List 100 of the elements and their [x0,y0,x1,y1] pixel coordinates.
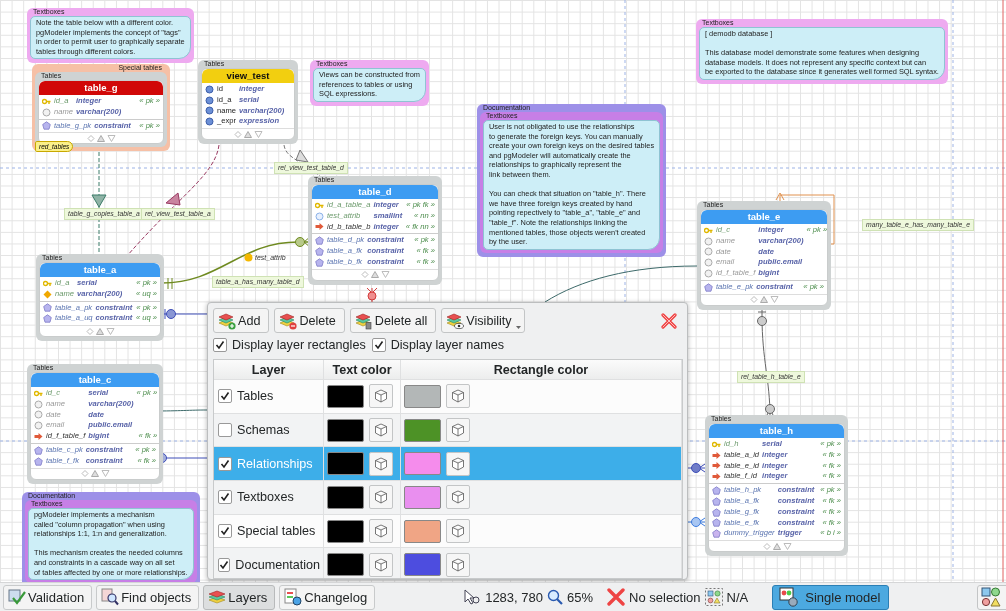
color-swatch[interactable] [404,452,441,476]
color-swatch[interactable] [327,384,364,408]
color-swatch[interactable] [327,418,364,442]
cube-icon [451,423,465,438]
color-picker-button[interactable] [369,552,393,577]
color-picker-button[interactable] [446,418,470,443]
cube-icon [374,389,388,404]
toolbar-button[interactable]: Add [213,308,270,333]
layer-row[interactable]: Textboxes [214,481,682,515]
dot-icon [205,84,214,94]
color-picker-button[interactable] [369,384,393,409]
color-picker-button[interactable] [369,519,393,544]
color-picker-button[interactable] [446,552,470,577]
layers-icon [278,311,299,330]
status-button[interactable]: Layers [203,584,276,610]
checkbox[interactable] [218,456,232,471]
checkbox-label: Display layer names [390,338,505,352]
color-swatch[interactable] [404,418,441,442]
collapse-arrows-icon[interactable] [360,271,390,279]
dot-icon [205,106,214,116]
color-swatch[interactable] [327,553,364,577]
layer-name: Relationships [237,456,313,471]
color-picker-button[interactable] [446,485,470,510]
status-button[interactable]: Find objects [96,584,200,610]
color-swatch[interactable] [327,485,364,509]
checkbox[interactable] [371,338,386,352]
table-title: table_g [39,81,163,95]
table-title: table_e [701,210,827,224]
table-title: table_c [31,373,159,387]
collapse-arrows-icon[interactable] [761,542,792,550]
attribute-dot-icon [244,253,253,262]
circle-icon [704,269,713,279]
layer-row[interactable]: Schemas [214,413,682,448]
checkbox[interactable] [218,524,232,539]
table-title: table_h [709,424,844,438]
table-title: table_d [312,185,438,199]
color-picker-button[interactable] [446,519,470,544]
toolbar-button[interactable]: Delete [274,308,345,333]
checkbox[interactable] [213,338,227,352]
column-header[interactable]: Layer [214,360,324,379]
layer-name: Textboxes [237,490,294,505]
checkbox[interactable] [218,557,231,572]
collapse-arrows-icon[interactable] [233,130,263,138]
single-model-button[interactable]: Single model [772,584,890,610]
cube-icon [451,557,465,572]
toolbar-button[interactable]: Visibility [441,308,525,333]
layers-icon [208,588,227,606]
status-button[interactable]: Validation [3,584,93,610]
color-swatch[interactable] [327,452,364,476]
relationship-line [687,463,706,473]
collapse-arrows-icon[interactable] [749,296,779,304]
arrow-icon [34,432,43,442]
cube-icon [451,456,465,471]
collapse-arrows-icon[interactable] [85,327,115,335]
layers-icon [353,311,374,330]
layers-icon [217,311,237,330]
arrow-icon [315,222,324,232]
collapse-arrows-icon[interactable] [80,470,110,478]
column-header[interactable]: Text color [324,360,401,379]
shapes-icon [981,587,1001,607]
key-icon [43,278,52,288]
circle-icon [42,107,51,117]
color-picker-button[interactable] [369,485,393,510]
color-swatch[interactable] [404,485,441,509]
toolbar-button[interactable] [977,584,1006,610]
color-picker-button[interactable] [446,451,470,476]
checkbox[interactable] [218,389,232,404]
key-icon [315,200,324,210]
dot-icon [205,117,214,127]
column-header[interactable]: Rectangle color [401,360,682,379]
zoom-level: 65% [567,589,594,605]
pentagon-icon [42,121,51,131]
relationship-line [366,287,378,303]
color-picker-button[interactable] [369,451,393,476]
cube-icon [374,524,388,539]
circle-icon [34,399,43,409]
model-icon [779,587,800,607]
layer-row[interactable]: Tables [214,380,682,414]
cube-icon [374,557,388,572]
table-title: table_a [40,263,160,277]
cube-icon [451,490,465,505]
color-swatch[interactable] [404,519,441,543]
color-swatch[interactable] [327,519,364,543]
collapse-arrows-icon[interactable] [86,134,116,142]
checkbox[interactable] [218,423,232,438]
status-button[interactable]: Changelog [279,584,376,610]
checkbox[interactable] [218,490,232,505]
color-swatch[interactable] [404,553,441,577]
key-icon [704,225,713,235]
cube-icon [374,456,388,471]
toolbar-button[interactable]: Delete all [349,308,437,333]
layer-row[interactable]: Documentation [214,548,682,578]
close-icon[interactable] [661,312,677,329]
cube-icon [451,389,465,404]
color-picker-button[interactable] [446,384,470,409]
cube-icon [451,524,465,539]
circle-icon [704,258,713,268]
color-picker-button[interactable] [369,418,393,443]
color-swatch[interactable] [404,384,441,408]
table-title: view_test [202,69,294,83]
